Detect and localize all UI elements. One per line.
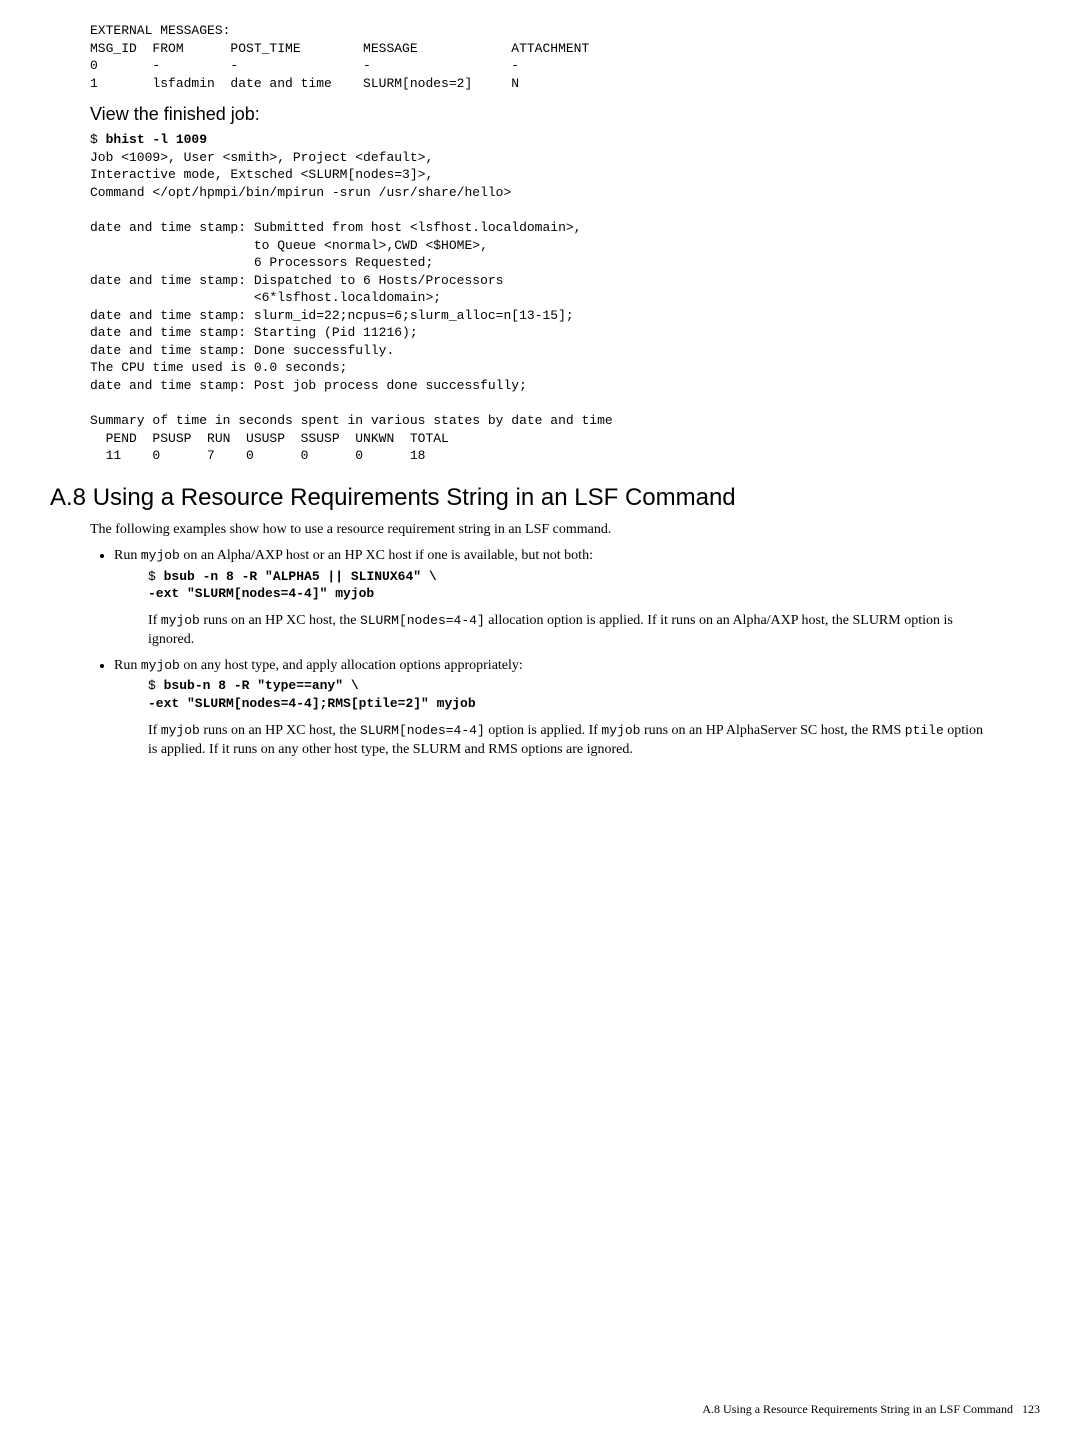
- t: option is applied. If: [485, 723, 602, 738]
- code-ptile: ptile: [905, 723, 944, 738]
- bullet2-text-a: Run: [114, 658, 141, 673]
- bullet2-command: $ bsub-n 8 -R "type==any" \ -ext "SLURM[…: [148, 677, 990, 712]
- footer-page-number: 123: [1022, 1402, 1040, 1416]
- t: runs on an HP XC host, the: [200, 613, 360, 628]
- bullet2-cmd-bold: bsub-n 8 -R "type==any" \ -ext "SLURM[no…: [148, 678, 476, 711]
- external-messages-block: EXTERNAL MESSAGES: MSG_ID FROM POST_TIME…: [90, 22, 990, 92]
- prompt: $: [148, 678, 164, 693]
- code-myjob: myjob: [161, 613, 200, 628]
- bullet2-explain: If myjob runs on an HP XC host, the SLUR…: [148, 721, 990, 760]
- bullet1-code-myjob: myjob: [141, 548, 180, 563]
- bullet1-text-a: Run: [114, 548, 141, 563]
- t: runs on an HP AlphaServer SC host, the R…: [640, 723, 904, 738]
- view-finished-heading: View the finished job:: [90, 102, 990, 127]
- intro-paragraph: The following examples show how to use a…: [90, 520, 990, 540]
- t: runs on an HP XC host, the: [200, 723, 360, 738]
- code-slurm-nodes: SLURM[nodes=4-4]: [360, 613, 485, 628]
- code-slurm-nodes: SLURM[nodes=4-4]: [360, 723, 485, 738]
- bullet1-cmd-bold: bsub -n 8 -R "ALPHA5 || SLINUX64" \ -ext…: [148, 569, 437, 602]
- bhist-output: Job <1009>, User <smith>, Project <defau…: [90, 150, 613, 463]
- bullet2-text-b: on any host type, and apply allocation o…: [180, 658, 523, 673]
- bhist-command-block: $ bhist -l 1009 Job <1009>, User <smith>…: [90, 131, 990, 464]
- code-myjob: myjob: [601, 723, 640, 738]
- bullet2-code-myjob: myjob: [141, 658, 180, 673]
- bhist-cmd: bhist -l 1009: [106, 132, 207, 147]
- page-footer: A.8 Using a Resource Requirements String…: [702, 1401, 1040, 1418]
- bullet1-text-b: on an Alpha/AXP host or an HP XC host if…: [180, 548, 593, 563]
- list-item: Run myjob on any host type, and apply al…: [114, 656, 990, 760]
- footer-section-label: A.8 Using a Resource Requirements String…: [702, 1402, 1013, 1416]
- list-item: Run myjob on an Alpha/AXP host or an HP …: [114, 546, 990, 650]
- t: If: [148, 613, 161, 628]
- t: If: [148, 723, 161, 738]
- prompt: $: [148, 569, 164, 584]
- code-myjob: myjob: [161, 723, 200, 738]
- examples-list: Run myjob on an Alpha/AXP host or an HP …: [90, 546, 990, 760]
- section-heading-a8: A.8 Using a Resource Requirements String…: [50, 481, 990, 515]
- prompt: $: [90, 132, 106, 147]
- bullet1-explain: If myjob runs on an HP XC host, the SLUR…: [148, 611, 990, 650]
- bullet1-command: $ bsub -n 8 -R "ALPHA5 || SLINUX64" \ -e…: [148, 568, 990, 603]
